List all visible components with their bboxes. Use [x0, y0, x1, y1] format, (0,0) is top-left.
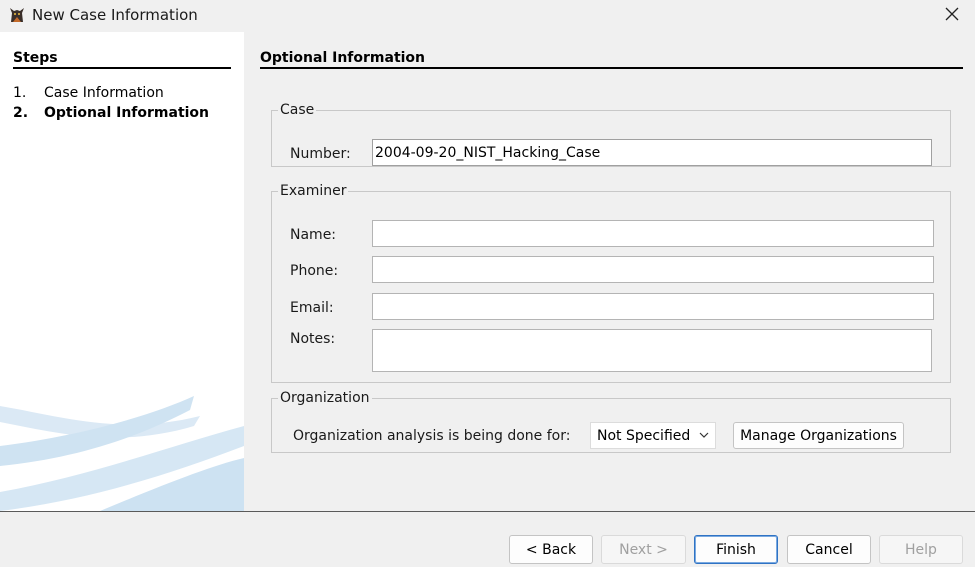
title-divider — [260, 67, 963, 69]
examiner-email-label: Email: — [290, 300, 334, 316]
step-optional-information: 2. Optional Information — [13, 105, 209, 121]
examiner-name-input[interactable] — [372, 220, 934, 247]
step-number: 1. — [13, 85, 27, 101]
app-logo-icon — [8, 6, 26, 24]
examiner-group-legend: Examiner — [280, 183, 347, 199]
window-title: New Case Information — [32, 6, 198, 24]
examiner-phone-input[interactable] — [372, 256, 934, 283]
next-button[interactable]: Next > — [601, 535, 686, 564]
examiner-notes-textarea[interactable] — [372, 329, 932, 372]
organization-label: Organization analysis is being done for: — [293, 428, 571, 444]
step-number: 2. — [13, 105, 29, 121]
step-case-information: 1. Case Information — [13, 85, 164, 101]
case-group-legend: Case — [280, 102, 315, 118]
organization-selected-value: Not Specified — [597, 427, 691, 444]
content-panel: Optional Information Case Number: Examin… — [244, 32, 975, 511]
manage-organizations-button[interactable]: Manage Organizations — [733, 422, 904, 449]
examiner-name-label: Name: — [290, 227, 337, 243]
help-button[interactable]: Help — [879, 535, 963, 564]
case-number-label: Number: — [290, 146, 351, 162]
organization-group-legend: Organization — [280, 390, 370, 406]
footer-bar: < Back Next > Finish Cancel Help — [0, 512, 975, 567]
step-label: Optional Information — [44, 105, 210, 121]
finish-button[interactable]: Finish — [694, 535, 778, 564]
examiner-email-input[interactable] — [372, 293, 934, 320]
cancel-button[interactable]: Cancel — [787, 535, 871, 564]
examiner-notes-label: Notes: — [290, 331, 336, 347]
examiner-phone-label: Phone: — [290, 263, 339, 279]
chevron-down-icon — [699, 429, 709, 442]
close-icon — [945, 7, 959, 25]
close-button[interactable] — [929, 0, 975, 32]
steps-divider — [13, 67, 231, 69]
title-bar: New Case Information — [0, 0, 975, 32]
organization-select[interactable]: Not Specified — [590, 422, 716, 449]
page-title: Optional Information — [260, 50, 426, 66]
decorative-swoosh-image — [0, 396, 244, 511]
case-number-input[interactable] — [372, 139, 932, 166]
steps-panel: Steps 1. Case Information 2. Optional Info… — [0, 32, 244, 511]
back-button[interactable]: < Back — [509, 535, 593, 564]
steps-heading: Steps — [13, 50, 58, 66]
step-label: Case Information — [44, 85, 164, 101]
